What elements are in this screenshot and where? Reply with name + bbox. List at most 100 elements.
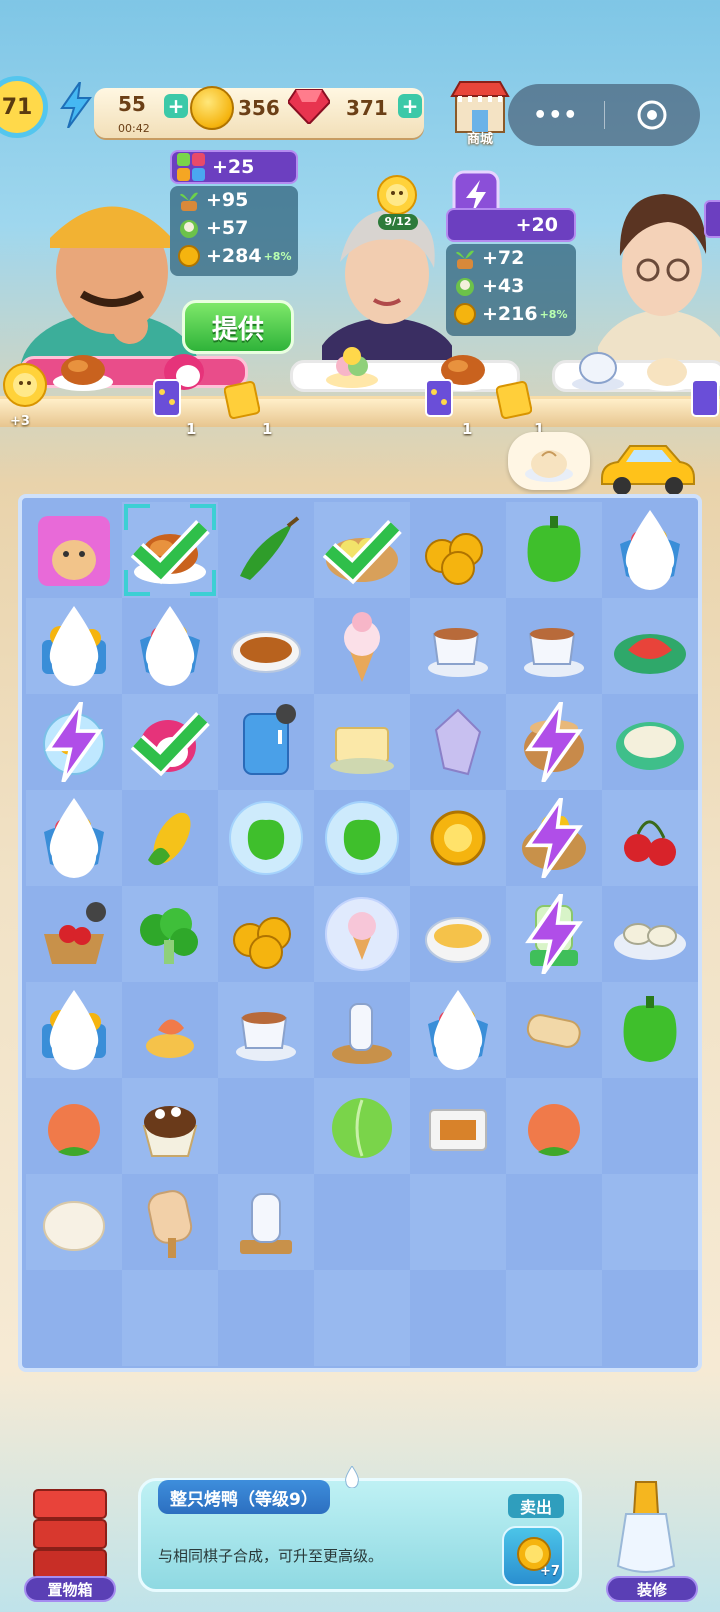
board-cell[interactable] [602, 502, 698, 598]
board-cell[interactable] [506, 982, 602, 1078]
empty-cell[interactable] [506, 1270, 602, 1366]
energy-value: 55 [118, 92, 146, 116]
coupon-icon [224, 380, 260, 420]
empty-cell[interactable] [602, 1174, 698, 1270]
delivery-bubble[interactable] [508, 432, 590, 490]
board-cell[interactable] [314, 790, 410, 886]
board-cell[interactable] [410, 886, 506, 982]
board-cell[interactable] [314, 502, 410, 598]
board-cell[interactable] [410, 982, 506, 1078]
board-cell[interactable] [314, 886, 410, 982]
board-cell[interactable] [410, 694, 506, 790]
board-cell[interactable] [218, 598, 314, 694]
board-cell[interactable] [218, 790, 314, 886]
player-level-badge[interactable]: 71 [0, 76, 48, 138]
empty-cell[interactable] [410, 1270, 506, 1366]
board-cell[interactable] [122, 886, 218, 982]
renovate-label[interactable]: 装修 [606, 1576, 698, 1602]
board-cell[interactable] [314, 982, 410, 1078]
board-cell[interactable] [26, 598, 122, 694]
energy-bolt-icon [525, 894, 583, 974]
board-cell[interactable] [218, 982, 314, 1078]
board-cell[interactable] [218, 694, 314, 790]
empty-cell[interactable] [314, 1174, 410, 1270]
customer-3-avatar[interactable] [598, 176, 720, 366]
sunflower-bonus-count: +3 [10, 414, 30, 429]
shelf-count-1: 1 [186, 420, 197, 438]
board-cell[interactable] [506, 694, 602, 790]
board-cell[interactable] [122, 790, 218, 886]
peach-icon [48, 1104, 100, 1156]
empty-cell[interactable] [410, 1174, 506, 1270]
board-cell[interactable] [410, 502, 506, 598]
board-cell[interactable] [218, 1174, 314, 1270]
empty-cell[interactable] [26, 1270, 122, 1366]
add-gems-button[interactable]: + [398, 94, 422, 118]
board-cell[interactable] [218, 886, 314, 982]
empty-cell[interactable] [122, 1270, 218, 1366]
board-cell[interactable] [122, 502, 218, 598]
cherry-basket-icon [44, 902, 106, 964]
customer-2-requirement: +20 [446, 208, 576, 242]
add-energy-button[interactable]: + [164, 94, 188, 118]
empty-cell[interactable] [602, 1270, 698, 1366]
renovate-brush-icon[interactable] [606, 1474, 698, 1578]
storage-box-icon[interactable] [28, 1478, 112, 1580]
water-drop-icon [49, 990, 99, 1070]
board-cell[interactable] [602, 598, 698, 694]
ruby-icon [288, 89, 330, 124]
board-cell[interactable] [26, 1174, 122, 1270]
board-cell[interactable] [602, 790, 698, 886]
board-cell[interactable] [122, 1174, 218, 1270]
board-cell[interactable] [122, 982, 218, 1078]
board-cell[interactable] [410, 598, 506, 694]
board-cell[interactable] [122, 1078, 218, 1174]
cabbage-icon [332, 1098, 392, 1158]
curry-bowl-icon [231, 631, 301, 673]
board-cell[interactable] [26, 1078, 122, 1174]
sunflower-bonus-icon[interactable] [2, 362, 48, 408]
board-cell[interactable] [410, 1078, 506, 1174]
more-menu-button[interactable]: ••• [508, 103, 604, 128]
empty-cell[interactable] [314, 1270, 410, 1366]
board-cell[interactable] [122, 694, 218, 790]
board-cell[interactable] [26, 694, 122, 790]
close-program-button[interactable] [605, 98, 701, 132]
lobster-plate-icon [614, 634, 686, 674]
pepper-bubble-icon [229, 801, 303, 875]
board-cell[interactable] [506, 886, 602, 982]
delivery-car-icon[interactable] [596, 440, 696, 496]
board-cell[interactable] [506, 598, 602, 694]
board-cell[interactable] [314, 598, 410, 694]
board-cell[interactable] [506, 502, 602, 598]
board-cell[interactable] [26, 790, 122, 886]
board-cell[interactable] [218, 502, 314, 598]
water-drop-icon [49, 606, 99, 686]
water-drop-icon [433, 990, 483, 1070]
board-cell[interactable] [26, 982, 122, 1078]
board-cell[interactable] [314, 1078, 410, 1174]
ice-cream-cup-icon [142, 1106, 198, 1157]
egg-soup-icon [425, 917, 491, 963]
board-cell[interactable] [506, 790, 602, 886]
board-cell[interactable] [602, 982, 698, 1078]
energy-bolt-icon [45, 702, 103, 782]
customer-2-rewards: +72 +43 +216 +8% [446, 244, 576, 336]
steamed-bun-icon [525, 450, 573, 482]
board-cell[interactable] [26, 886, 122, 982]
tea-cup-icon [428, 628, 488, 677]
board-cell[interactable] [410, 790, 506, 886]
board-cell[interactable] [122, 598, 218, 694]
board-cell[interactable] [506, 1078, 602, 1174]
board-cell[interactable] [602, 886, 698, 982]
empty-cell[interactable] [218, 1078, 314, 1174]
energy-bolt-icon [525, 702, 583, 782]
empty-cell[interactable] [506, 1174, 602, 1270]
board-cell[interactable] [26, 502, 122, 598]
board-cell[interactable] [602, 694, 698, 790]
board-cell[interactable] [314, 694, 410, 790]
storage-box-label[interactable]: 置物箱 [24, 1576, 116, 1602]
empty-cell[interactable] [218, 1270, 314, 1366]
energy-timer: 00:42 [118, 122, 150, 135]
empty-cell[interactable] [602, 1078, 698, 1174]
